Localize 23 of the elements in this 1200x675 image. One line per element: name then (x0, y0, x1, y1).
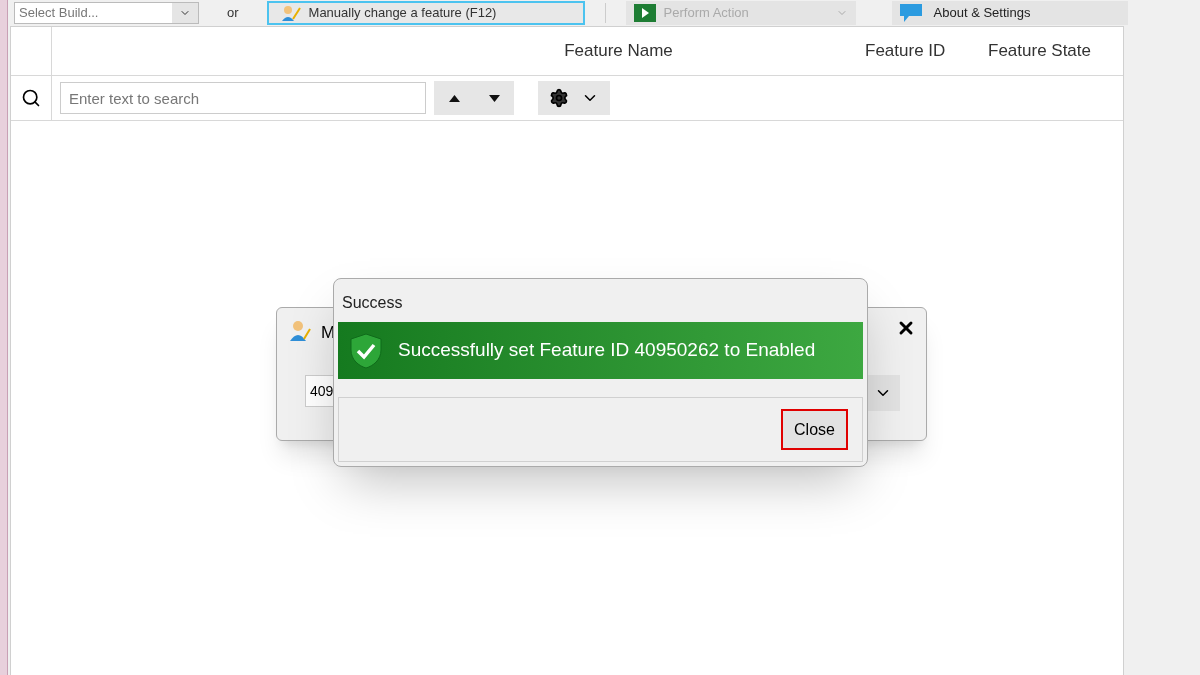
or-label: or (227, 4, 239, 23)
build-select[interactable]: Select Build... (14, 2, 199, 24)
column-header[interactable]: Feature ID (865, 27, 988, 75)
dialog-title: Success (341, 293, 404, 313)
user-pencil-icon (289, 319, 311, 341)
close-button[interactable]: Close (781, 409, 848, 450)
settings-icon (549, 88, 569, 108)
search-icon (21, 88, 41, 108)
speech-bubble-icon (899, 4, 922, 22)
about-settings-button[interactable]: About & Settings (891, 1, 1128, 25)
success-message: Successfully set Feature ID 40950262 to Enabled (398, 338, 816, 363)
sort-up-button[interactable] (448, 94, 460, 102)
column-header[interactable]: Feature State (988, 27, 1123, 75)
search-field[interactable]: Enter text to search (60, 82, 426, 114)
column-header[interactable]: Feature Name (52, 27, 865, 75)
manual-change-button[interactable]: Manually change a feature (F12) (266, 1, 585, 25)
triangle-down-icon (488, 94, 500, 102)
settings-dropdown-button[interactable] (538, 81, 610, 115)
sort-down-button[interactable] (488, 94, 500, 102)
user-pencil-icon (280, 5, 301, 21)
shield-check-icon (350, 332, 382, 369)
play-icon (633, 4, 656, 22)
triangle-up-icon (448, 94, 460, 102)
